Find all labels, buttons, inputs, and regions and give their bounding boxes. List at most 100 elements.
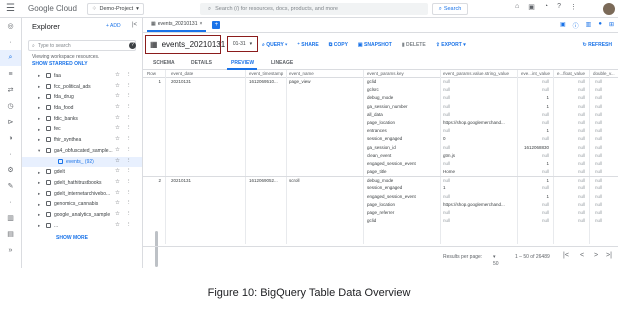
tree-item[interactable]: ▸ genomics_cannabis ☆ ⋮	[22, 199, 142, 210]
star-icon[interactable]: ☆	[115, 179, 120, 185]
star-icon[interactable]: ☆	[115, 136, 120, 142]
first-page-icon[interactable]: |<	[563, 252, 569, 259]
tree-item[interactable]: ▸ fda_drug ☆ ⋮	[22, 92, 142, 103]
more-vert-icon[interactable]: ⋮	[126, 222, 132, 228]
tab-lineage[interactable]: LINEAGE	[271, 60, 293, 66]
tree-item[interactable]: ▸... ☆ ⋮	[22, 221, 142, 232]
info-icon[interactable]: ⓘ	[573, 21, 579, 30]
col-header[interactable]: e...float_value	[557, 71, 585, 76]
query-button[interactable]: ⌕ QUERY ▾	[262, 42, 287, 48]
more-vert-icon[interactable]: ⋮	[126, 179, 132, 185]
more-icon[interactable]: ⊞	[609, 21, 614, 30]
tree-item[interactable]: ▸ fhir_synthea ☆ ⋮	[22, 135, 142, 146]
transfers-icon[interactable]: ⇄	[0, 82, 21, 98]
snapshot-button[interactable]: ▣ SNAPSHOT	[358, 42, 392, 48]
star-icon[interactable]: ☆	[115, 83, 120, 89]
more-vert-icon[interactable]: ⋮	[126, 104, 132, 110]
star-icon[interactable]: ☆	[115, 72, 120, 78]
docs-icon[interactable]: ▤	[0, 226, 21, 242]
last-page-icon[interactable]: >|	[606, 252, 612, 259]
chevron-right-icon[interactable]: ▸	[38, 105, 40, 111]
tab-events[interactable]: ▦ events_20210131 ×	[147, 18, 207, 32]
col-header[interactable]: double_v...	[593, 71, 615, 76]
more-vert-icon[interactable]: ⋮	[126, 168, 132, 174]
search-button[interactable]: ⌕ Search	[432, 3, 468, 15]
search-icon[interactable]: ⌕	[0, 50, 21, 66]
tab-preview[interactable]: PREVIEW	[231, 60, 254, 66]
chevron-right-icon[interactable]: ▸	[38, 202, 40, 208]
next-page-icon[interactable]: >	[594, 252, 598, 259]
layout-icon[interactable]: ▥	[586, 21, 592, 30]
more-vert-icon[interactable]: ⋮	[126, 83, 132, 89]
chevron-right-icon[interactable]: ▸	[38, 180, 40, 186]
avatar[interactable]	[603, 3, 615, 15]
chevron-right-icon[interactable]: ▸	[38, 212, 40, 218]
tree-item[interactable]: ▸ gdelt ☆ ⋮	[22, 167, 142, 178]
tree-item[interactable]: ▸ fda_food ☆ ⋮	[22, 103, 142, 114]
chevron-right-icon[interactable]: ▸	[38, 95, 40, 101]
more-vert-icon[interactable]: ⋮	[126, 200, 132, 206]
pipeline-icon[interactable]: ⊳	[0, 114, 21, 130]
more-vert-icon[interactable]: ⋮	[126, 136, 132, 142]
chevron-right-icon[interactable]: ▸	[38, 127, 40, 133]
star-icon[interactable]: ☆	[115, 115, 120, 121]
close-icon[interactable]: ×	[200, 21, 203, 27]
collapse-icon[interactable]: |<	[132, 22, 137, 28]
settings-icon[interactable]: ⚙	[0, 162, 21, 178]
schedule-icon[interactable]: ◷	[0, 98, 21, 114]
gift-icon[interactable]: ⌂	[515, 3, 519, 11]
col-header[interactable]: event_timestamp	[249, 71, 283, 76]
project-selector[interactable]: ⁘ Demo-Project ▾	[86, 2, 144, 15]
more-vert-icon[interactable]: ⋮	[126, 115, 132, 121]
global-search-input[interactable]: ⌕ Search (/) for resources, docs, produc…	[200, 3, 428, 15]
chevron-right-icon[interactable]: ▸	[38, 170, 40, 176]
monitor-icon[interactable]: ◑	[0, 130, 21, 146]
col-header[interactable]: event_params.value.string_value	[443, 71, 509, 76]
share-button[interactable]: ⁺ SHARE	[297, 42, 319, 48]
tree-item[interactable]: ▸ google_analytics_sample ☆ ⋮	[22, 210, 142, 221]
wrench-icon[interactable]: ✎	[0, 178, 21, 194]
col-header[interactable]: Row	[147, 71, 156, 76]
more-vert-icon[interactable]: ⋮	[126, 72, 132, 78]
tree-item[interactable]: events_ (92) ☆ ⋮	[22, 156, 142, 168]
star-icon[interactable]: ☆	[115, 190, 120, 196]
star-icon[interactable]: ☆	[115, 211, 120, 217]
tree-item[interactable]: ▾ ga4_obfuscated_sample... ☆ ⋮	[22, 146, 142, 157]
tree-item[interactable]: ▸ fcc_political_ads ☆ ⋮	[22, 82, 142, 93]
help-icon[interactable]: ?	[557, 3, 561, 11]
explorer-search-input[interactable]: ⌕ Type to search ?	[28, 40, 136, 51]
tab-details[interactable]: DETAILS	[191, 60, 212, 66]
pin-icon[interactable]: ●	[598, 21, 602, 30]
more-vert-icon[interactable]: ⋮	[126, 93, 132, 99]
more-vert-icon[interactable]: ⋮	[126, 190, 132, 196]
tree-item[interactable]: ▸ fdic_banks ☆ ⋮	[22, 114, 142, 125]
star-icon[interactable]: ☆	[115, 168, 120, 174]
history-icon[interactable]: ≡	[0, 66, 21, 82]
star-icon[interactable]: ☆	[115, 147, 120, 153]
terminal-icon[interactable]: ▣	[528, 3, 535, 11]
star-icon[interactable]: ☆	[115, 222, 120, 228]
delete-button[interactable]: ▮ DELETE	[402, 42, 426, 48]
star-icon[interactable]: ☆	[115, 104, 120, 110]
add-button[interactable]: + ADD	[106, 23, 121, 29]
google-cloud-logo[interactable]: Google Cloud	[28, 4, 77, 13]
chevron-right-icon[interactable]: ▸	[38, 191, 40, 197]
col-header[interactable]: event_name	[289, 71, 314, 76]
help-icon[interactable]: ?	[129, 42, 136, 49]
col-header[interactable]: eve...int_value	[521, 71, 550, 76]
tree-item[interactable]: ▸ gdelt_hathitrustbooks ☆ ⋮	[22, 178, 142, 189]
more-vert-icon[interactable]: ⋮	[570, 3, 577, 11]
show-more-link[interactable]: SHOW MORE	[56, 235, 142, 241]
star-icon[interactable]: ☆	[115, 93, 120, 99]
more-vert-icon[interactable]: ⋮	[126, 125, 132, 131]
chevron-right-icon[interactable]: ▸	[38, 116, 40, 122]
refresh-button[interactable]: ↻ REFRESH	[583, 42, 613, 48]
notifications-icon[interactable]: ◔	[544, 3, 548, 11]
tree-item[interactable]: ▸ faa ☆ ⋮	[22, 71, 142, 82]
col-header[interactable]: event_date	[171, 71, 193, 76]
menu-icon[interactable]: ☰	[6, 3, 20, 14]
chevron-right-icon[interactable]: ▸	[38, 223, 40, 229]
analytics-icon[interactable]: ▥	[0, 210, 21, 226]
chevron-down-icon[interactable]: ▾	[38, 148, 40, 154]
export-button[interactable]: ⇪ EXPORT ▾	[436, 42, 466, 48]
